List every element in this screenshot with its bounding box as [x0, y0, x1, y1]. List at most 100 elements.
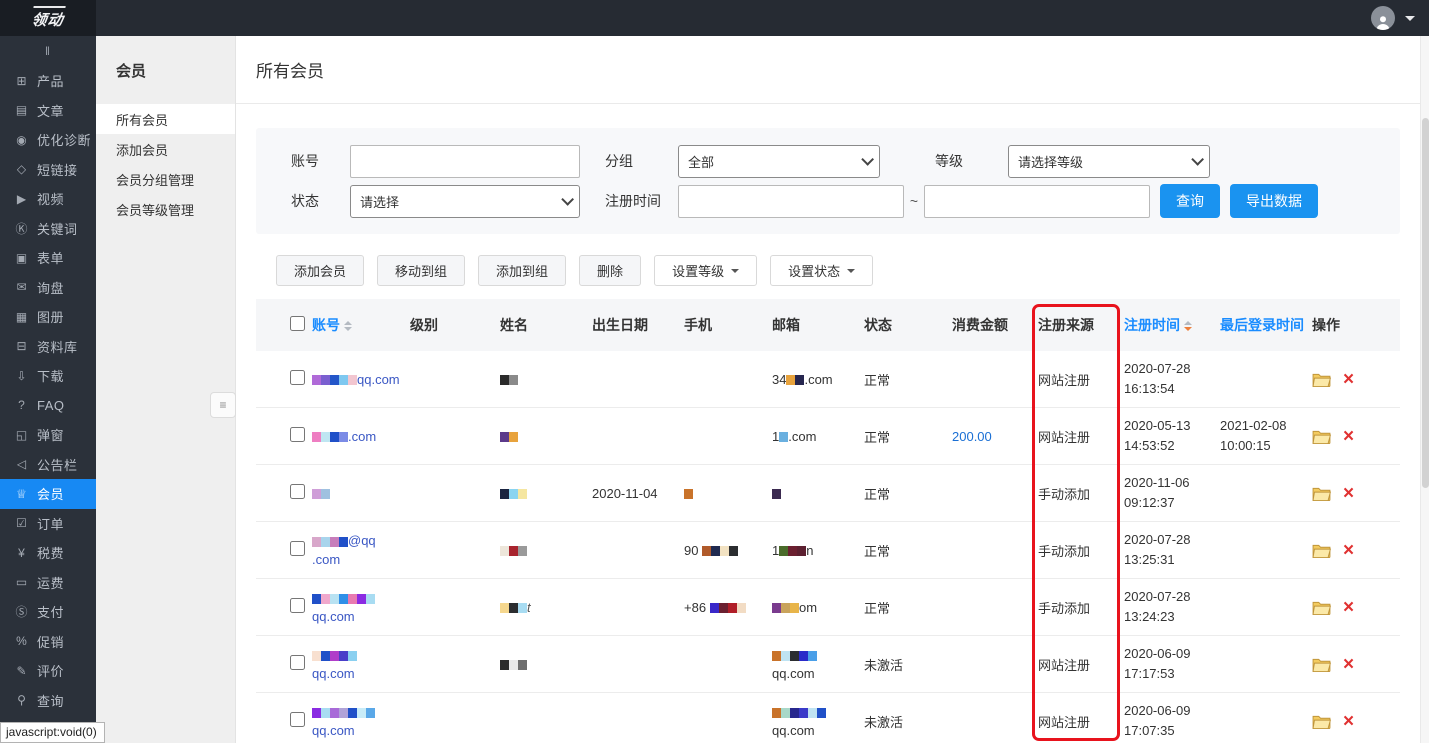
delete-x-icon[interactable]: ×	[1343, 370, 1354, 389]
row-checkbox[interactable]	[290, 427, 305, 442]
search-button[interactable]: 查询	[1160, 184, 1220, 218]
row-checkbox[interactable]	[290, 541, 305, 556]
row-checkbox[interactable]	[290, 712, 305, 727]
cell-reg-time: 2020-07-2816:13:54	[1124, 359, 1220, 399]
header-last-login[interactable]: 最后登录时间	[1220, 315, 1312, 335]
account-link-line2[interactable]: qq.com	[312, 723, 355, 738]
sidebar-item-download[interactable]: ⇩ 下载	[0, 361, 96, 391]
add-member-button[interactable]: 添加会员	[276, 255, 364, 286]
level-select[interactable]: 请选择等级	[1008, 145, 1210, 178]
submenu-item-level-mgmt[interactable]: 会员等级管理	[96, 194, 235, 224]
delete-x-icon[interactable]: ×	[1343, 541, 1354, 560]
user-avatar-icon[interactable]	[1371, 6, 1395, 30]
submenu-item-add-member[interactable]: 添加会员	[96, 134, 235, 164]
regtime-end-input[interactable]	[924, 185, 1150, 218]
cell-status: 正常	[864, 541, 952, 560]
sidebar-item-members[interactable]: ♕ 会员	[0, 479, 96, 509]
add-to-group-button[interactable]: 添加到组	[478, 255, 566, 286]
sidebar-item-inquiry[interactable]: ✉ 询盘	[0, 273, 96, 303]
cell-name	[500, 543, 592, 558]
edit-folder-icon[interactable]	[1312, 714, 1331, 729]
table-row: .com 1.com 正常 200.00 网站注册 2020-05-1314:5…	[256, 408, 1400, 465]
sidebar-item-articles[interactable]: ▤ 文章	[0, 96, 96, 126]
sidebar-item-library[interactable]: ⊟ 资料库	[0, 332, 96, 362]
account-link[interactable]: .com	[348, 429, 376, 444]
account-link-line2[interactable]: qq.com	[312, 666, 355, 681]
edit-folder-icon[interactable]	[1312, 657, 1331, 672]
app-logo[interactable]: 领动	[0, 0, 96, 36]
cell-phone: 90	[684, 543, 772, 558]
cell-operations: ×	[1312, 427, 1400, 446]
search-icon: ⚲	[13, 693, 30, 707]
set-level-button[interactable]: 设置等级	[654, 255, 757, 286]
submenu-item-all-members[interactable]: 所有会员	[96, 104, 235, 134]
move-to-group-button[interactable]: 移动到组	[377, 255, 465, 286]
delete-x-icon[interactable]: ×	[1343, 427, 1354, 446]
edit-folder-icon[interactable]	[1312, 372, 1331, 387]
sidebar-item-bulletin[interactable]: ◁ 公告栏	[0, 450, 96, 480]
sidebar-item-shortlink[interactable]: ◇ 短链接	[0, 155, 96, 185]
account-link-line2[interactable]: qq.com	[312, 609, 355, 624]
sidebar-collapse-icon[interactable]: ‖	[0, 36, 96, 66]
header-reg-time[interactable]: 注册时间	[1124, 315, 1220, 335]
user-menu-caret-icon[interactable]	[1405, 16, 1415, 26]
row-checkbox[interactable]	[290, 370, 305, 385]
sidebar-menu: ⊞ 产品 ▤ 文章 ◉ 优化诊断 ◇ 短链接 ▶ 视频 Ⓚ 关键词 ▣ 表单 ✉…	[0, 66, 96, 715]
sidebar-item-forms[interactable]: ▣ 表单	[0, 243, 96, 273]
members-table: 账号 级别 姓名 出生日期 手机 邮箱 状态 消费金额 注册来源 注册时间 最后…	[256, 299, 1400, 743]
row-checkbox[interactable]	[290, 598, 305, 613]
sidebar-item-gallery[interactable]: ▦ 图册	[0, 302, 96, 332]
sidebar-item-video[interactable]: ▶ 视频	[0, 184, 96, 214]
sidebar-item-faq[interactable]: ? FAQ	[0, 391, 96, 421]
row-checkbox[interactable]	[290, 484, 305, 499]
delete-button[interactable]: 删除	[579, 255, 641, 286]
cell-reg-source: 手动添加	[1038, 598, 1124, 617]
chevron-down-icon	[561, 193, 574, 206]
export-button[interactable]: 导出数据	[1230, 184, 1318, 218]
group-select[interactable]: 全部	[678, 145, 880, 178]
status-tooltip: javascript:void(0)	[0, 722, 105, 743]
payment-icon: Ⓢ	[13, 603, 30, 620]
sidebar-item-tax[interactable]: ¥ 税费	[0, 538, 96, 568]
account-filter-label: 账号	[291, 151, 350, 171]
sidebar-item-shipping[interactable]: ▭ 运费	[0, 568, 96, 598]
table-body: qq.com 34.com 正常 网站注册 2020-07-2816:13:54…	[256, 351, 1400, 743]
cell-operations: ×	[1312, 370, 1400, 389]
panel-toggle-button[interactable]: ≡	[210, 392, 236, 418]
sidebar-item-promotion[interactable]: % 促销	[0, 627, 96, 657]
sidebar-item-orders[interactable]: ☑ 订单	[0, 509, 96, 539]
account-filter-input[interactable]	[350, 145, 580, 178]
cell-name	[500, 486, 592, 501]
regtime-start-input[interactable]	[678, 185, 904, 218]
status-select[interactable]: 请选择	[350, 185, 580, 218]
edit-folder-icon[interactable]	[1312, 486, 1331, 501]
edit-folder-icon[interactable]	[1312, 600, 1331, 615]
sidebar-item-optimization[interactable]: ◉ 优化诊断	[0, 125, 96, 155]
delete-x-icon[interactable]: ×	[1343, 655, 1354, 674]
edit-folder-icon[interactable]	[1312, 543, 1331, 558]
delete-x-icon[interactable]: ×	[1343, 598, 1354, 617]
scrollbar-thumb[interactable]	[1422, 118, 1429, 488]
sidebar-item-reviews[interactable]: ✎ 评价	[0, 656, 96, 686]
row-checkbox[interactable]	[290, 655, 305, 670]
edit-folder-icon[interactable]	[1312, 429, 1331, 444]
table-row: @qq .com 90 1n 正常 手动添加 2020-07-2813:25:3…	[256, 522, 1400, 579]
delete-x-icon[interactable]: ×	[1343, 484, 1354, 503]
account-link-line2[interactable]: .com	[312, 552, 340, 567]
sidebar-item-search[interactable]: ⚲ 查询	[0, 686, 96, 716]
delete-x-icon[interactable]: ×	[1343, 712, 1354, 731]
sidebar-item-payment[interactable]: Ⓢ 支付	[0, 597, 96, 627]
set-status-button[interactable]: 设置状态	[770, 255, 873, 286]
cell-amount[interactable]: 200.00	[952, 429, 1038, 444]
account-link[interactable]: qq.com	[357, 372, 400, 387]
cell-account: qq.com	[312, 370, 410, 389]
cell-last-login: 2021-02-0810:00:15	[1220, 416, 1312, 456]
actions-row: 添加会员 移动到组 添加到组 删除 设置等级 设置状态	[276, 255, 1400, 286]
account-link[interactable]: @qq	[348, 533, 376, 548]
sidebar-item-popup[interactable]: ◱ 弹窗	[0, 420, 96, 450]
select-all-checkbox[interactable]	[290, 316, 305, 331]
header-account[interactable]: 账号	[312, 315, 410, 335]
submenu-item-group-mgmt[interactable]: 会员分组管理	[96, 164, 235, 194]
sidebar-item-products[interactable]: ⊞ 产品	[0, 66, 96, 96]
sidebar-item-keywords[interactable]: Ⓚ 关键词	[0, 214, 96, 244]
